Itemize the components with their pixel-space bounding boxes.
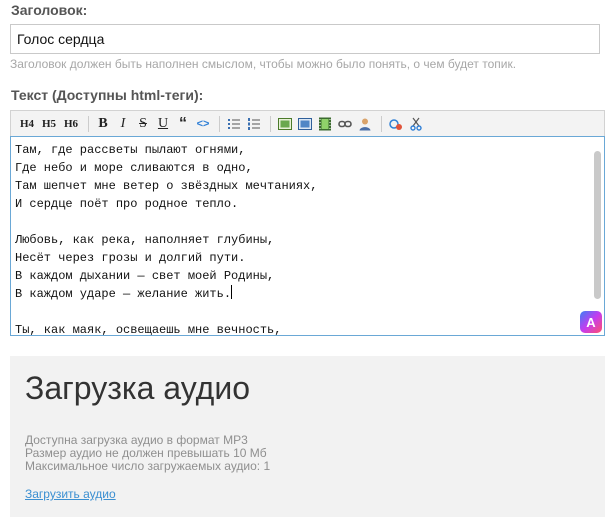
h6-button[interactable]: H6	[61, 114, 81, 134]
upload-audio-link[interactable]: Загрузить аудио	[25, 487, 116, 501]
title-hint: Заголовок должен быть наполнен смыслом, …	[10, 57, 517, 71]
cut-icon[interactable]	[407, 114, 425, 134]
link-icon[interactable]	[336, 114, 354, 134]
user-icon[interactable]	[356, 114, 374, 134]
upload-title: Загрузка аудио	[25, 370, 251, 406]
toolbar-separator	[381, 115, 382, 132]
text-cursor	[231, 285, 233, 299]
text-label: Текст (Доступны html-теги):	[11, 87, 204, 103]
toolbar-separator	[88, 115, 89, 132]
numbered-list-icon[interactable]	[245, 114, 263, 134]
spoiler-icon[interactable]	[387, 114, 405, 134]
quote-button[interactable]: “	[174, 114, 192, 134]
editor: H4 H5 H6 B I S U “ <> Там, где рассветы …	[10, 110, 605, 336]
bold-button[interactable]: B	[94, 114, 112, 134]
image-icon[interactable]	[276, 114, 294, 134]
editor-toolbar: H4 H5 H6 B I S U “ <>	[10, 110, 605, 136]
strikethrough-button[interactable]: S	[134, 114, 152, 134]
upload-info-line: Максимальное число загружаемых аудио: 1	[25, 459, 271, 473]
italic-button[interactable]: I	[114, 114, 132, 134]
title-input[interactable]: Голос сердца	[10, 24, 600, 54]
h4-button[interactable]: H4	[17, 114, 37, 134]
text-scrollbar[interactable]	[594, 151, 601, 299]
upload-panel: Загрузка аудио Доступна загрузка аудио в…	[10, 356, 605, 517]
h5-button[interactable]: H5	[39, 114, 59, 134]
bulleted-list-icon[interactable]	[225, 114, 243, 134]
code-button[interactable]: <>	[194, 114, 212, 134]
video-icon[interactable]	[296, 114, 314, 134]
underline-button[interactable]: U	[154, 114, 172, 134]
toolbar-separator	[270, 115, 271, 132]
text-area[interactable]: Там, где рассветы пылают огнями, Где неб…	[10, 136, 605, 336]
upload-info: Доступна загрузка аудио в формат MP3 Раз…	[25, 434, 270, 473]
title-label: Заголовок:	[11, 2, 88, 18]
grammar-assistant-icon[interactable]: A	[580, 311, 602, 333]
film-icon[interactable]	[316, 114, 334, 134]
toolbar-separator	[219, 115, 220, 132]
text-content: Там, где рассветы пылают огнями, Где неб…	[15, 143, 318, 336]
